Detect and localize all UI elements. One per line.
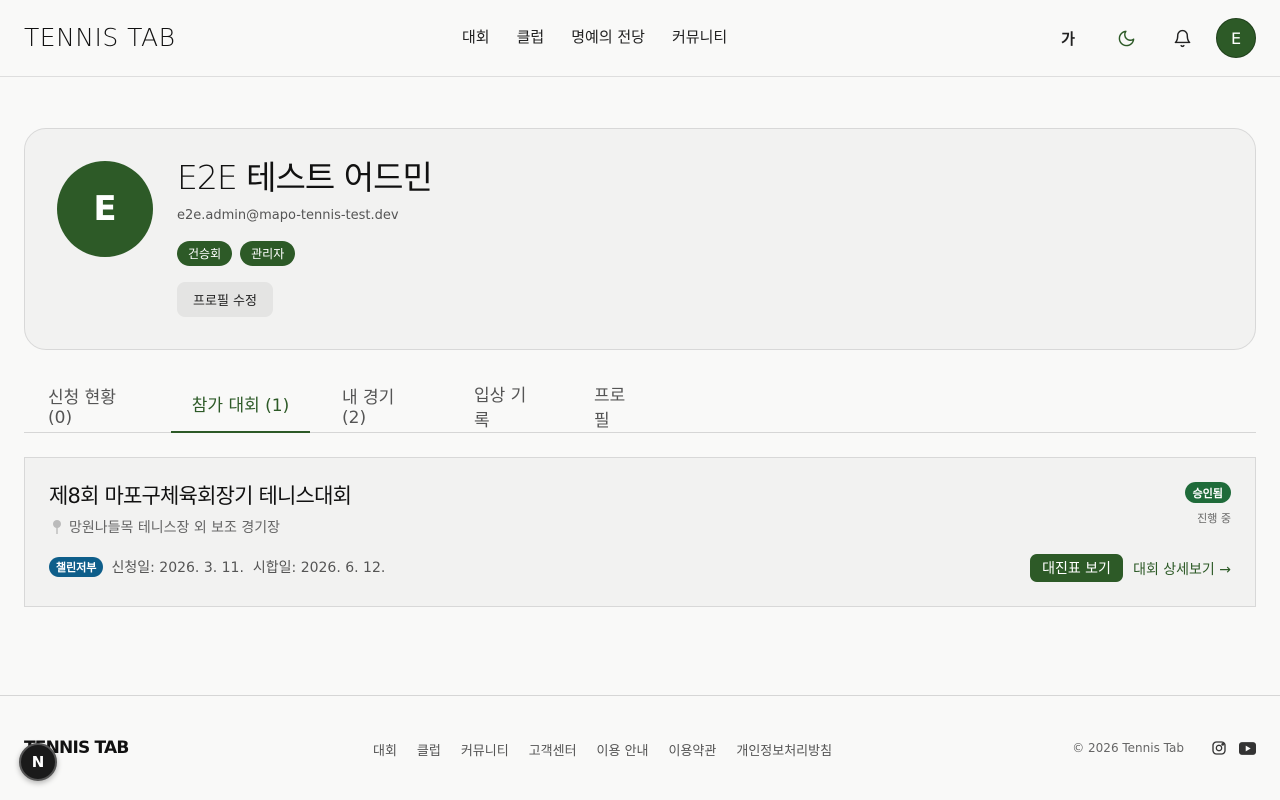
footer-link-guide[interactable]: 이용 안내: [597, 740, 649, 759]
location-text: 망원나들목 테니스장 외 보조 경기장: [69, 520, 280, 536]
profile-avatar: E: [57, 161, 153, 257]
division-badge: 챌린저부: [49, 557, 104, 577]
tab-applications[interactable]: 신청 현황 (0): [48, 384, 138, 433]
edit-profile-button[interactable]: 프로필 수정: [177, 282, 273, 317]
nav-community[interactable]: 커뮤니티: [672, 27, 727, 47]
tab-joined-tournaments[interactable]: 참가 대회 (1): [171, 384, 310, 433]
footer-link-privacy[interactable]: 개인정보처리방침: [736, 740, 832, 759]
progress-status: 진행 중: [1197, 512, 1231, 525]
tab-my-matches[interactable]: 내 경기 (2): [342, 384, 418, 433]
font-size-toggle[interactable]: 가: [1048, 18, 1088, 58]
footer-link-clubs[interactable]: 클럽: [417, 740, 441, 759]
role-badge: 관리자: [240, 241, 296, 266]
footer-link-tournaments[interactable]: 대회: [373, 740, 397, 759]
site-header: TENNIS TAB 대회 클럽 명예의 전당 커뮤니티 가 E: [0, 0, 1280, 77]
status-badge: 승인됨: [1184, 482, 1231, 503]
tab-awards[interactable]: 입상 기록: [474, 384, 538, 433]
profile-email: e2e.admin@mapo-tennis-test.dev: [177, 208, 399, 223]
youtube-link[interactable]: [1238, 739, 1256, 757]
footer-right: © 2026 Tennis Tab: [1072, 739, 1256, 757]
nav-hall-of-fame[interactable]: 명예의 전당: [571, 27, 645, 47]
site-logo[interactable]: TENNIS TAB: [24, 22, 175, 54]
theme-toggle-button[interactable]: [1106, 18, 1146, 58]
footer-link-support[interactable]: 고객센터: [529, 740, 577, 759]
view-draw-button[interactable]: 대진표 보기: [1030, 554, 1123, 582]
main-nav: 대회 클럽 명예의 전당 커뮤니티: [462, 27, 754, 47]
header-actions: 가 E: [1048, 18, 1256, 58]
footer-link-terms[interactable]: 이용약관: [669, 740, 717, 759]
footer-link-community[interactable]: 커뮤니티: [461, 740, 509, 759]
profile-card: E E2E 테스트 어드민 e2e.admin@mapo-tennis-test…: [24, 128, 1256, 350]
profile-badges: 건승회 관리자: [177, 241, 296, 266]
user-avatar-button[interactable]: E: [1216, 18, 1256, 58]
tournament-card[interactable]: 제8회 마포구체육회장기 테니스대회 망원나들목 테니스장 외 보조 경기장 챌…: [24, 457, 1256, 607]
moon-icon: [1118, 30, 1134, 46]
tournament-location: 망원나들목 테니스장 외 보조 경기장: [51, 517, 280, 537]
profile-name: E2E 테스트 어드민: [177, 158, 433, 197]
youtube-icon: [1238, 741, 1256, 755]
tournament-detail-link[interactable]: 대회 상세보기 →: [1133, 559, 1231, 579]
dev-tools-badge[interactable]: N: [19, 743, 57, 781]
instagram-link[interactable]: [1210, 739, 1228, 757]
tournament-title[interactable]: 제8회 마포구체육회장기 테니스대회: [49, 482, 352, 510]
profile-tabs: 신청 현황 (0) 참가 대회 (1) 내 경기 (2) 입상 기록 프로필: [24, 384, 1256, 433]
tab-profile[interactable]: 프로필: [594, 384, 638, 433]
tournament-meta: 챌린저부 신청일: 2026. 3. 11. 시합일: 2026. 6. 12.: [49, 557, 385, 577]
location-pin-icon: [53, 520, 61, 534]
match-date: 시합일: 2026. 6. 12.: [252, 560, 386, 576]
instagram-icon: [1212, 741, 1226, 755]
nav-clubs[interactable]: 클럽: [517, 27, 545, 47]
club-badge: 건승회: [177, 241, 233, 266]
nav-tournaments[interactable]: 대회: [462, 27, 490, 47]
copyright-text: © 2026 Tennis Tab: [1072, 741, 1184, 755]
applied-date: 신청일: 2026. 3. 11.: [111, 560, 244, 576]
bell-icon: [1174, 29, 1190, 47]
site-footer: TENNIS TAB 대회 클럽 커뮤니티 고객센터 이용 안내 이용약관 개인…: [0, 695, 1280, 800]
notifications-button[interactable]: [1162, 18, 1202, 58]
footer-links: 대회 클럽 커뮤니티 고객센터 이용 안내 이용약관 개인정보처리방침: [373, 740, 852, 759]
